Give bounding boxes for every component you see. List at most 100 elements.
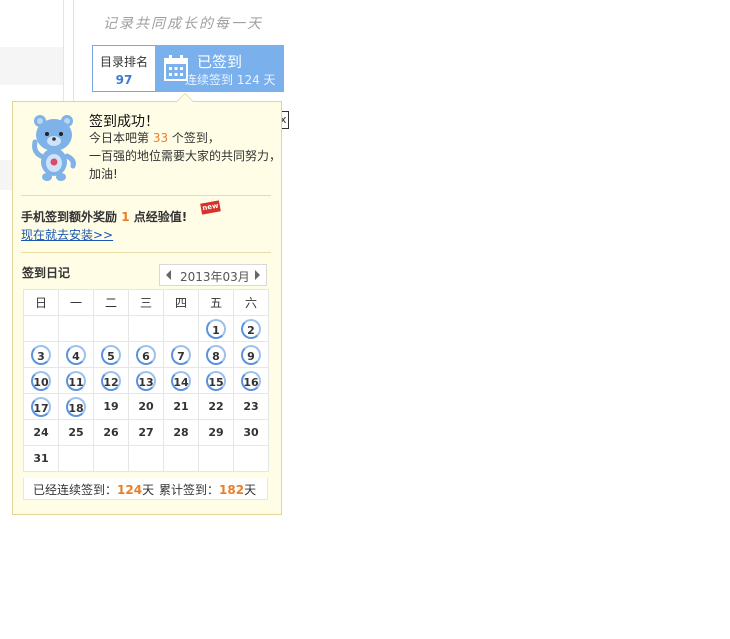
signed-day-mark: 18 — [66, 396, 86, 417]
day-number: 31 — [33, 452, 49, 465]
success-encourage-line: 一百强的地位需要大家的共同努力， — [89, 149, 282, 163]
signed-day-mark: 16 — [241, 370, 261, 391]
new-badge: new — [200, 200, 221, 215]
calendar-day-cell: 9 — [233, 341, 269, 368]
weekday-fri: 五 — [198, 289, 234, 316]
daily-sign-rank: 33 — [152, 131, 169, 145]
day-number: 25 — [68, 426, 84, 439]
consecutive-label: 已经连续签到： — [33, 483, 118, 497]
signed-button[interactable]: 已签到 连续签到 124 天 — [155, 45, 284, 92]
weekday-sat: 六 — [233, 289, 269, 316]
calendar-day-cell: 5 — [93, 341, 129, 368]
signed-title: 已签到 — [197, 53, 243, 71]
month-switcher: 2013年03月 — [159, 264, 267, 286]
calendar-day-cell: 19 — [93, 393, 129, 420]
mobile-reward-text: 手机签到额外奖励 1 点经验值! — [21, 208, 187, 225]
success-title: 签到成功！ — [89, 114, 159, 130]
day-number: 30 — [243, 426, 259, 439]
calendar-week-row: 31 — [23, 445, 269, 472]
calendar-empty-cell — [233, 445, 269, 472]
signed-day-mark: 11 — [66, 370, 86, 391]
weekday-header-row: 日 一 二 三 四 五 六 — [23, 289, 269, 316]
signed-day-mark: 12 — [101, 370, 121, 391]
calendar-day-cell: 30 — [233, 419, 269, 446]
weekday-tue: 二 — [93, 289, 129, 316]
calendar-empty-cell — [93, 315, 129, 342]
calendar-day-cell: 15 — [198, 367, 234, 394]
signed-day-mark: 2 — [241, 318, 261, 339]
day-number: 29 — [208, 426, 224, 439]
rank-label: 目录排名 — [99, 55, 148, 69]
triangle-right-icon[interactable] — [251, 269, 263, 281]
calendar-day-cell: 1 — [198, 315, 234, 342]
weekday-wed: 三 — [128, 289, 164, 316]
calendar-empty-cell — [163, 315, 199, 342]
day-number: 24 — [33, 426, 49, 439]
signed-day-mark: 7 — [171, 344, 191, 365]
calendar-empty-cell — [128, 315, 164, 342]
calendar-day-cell: 14 — [163, 367, 199, 394]
sign-success-popup: 签到成功！ 今日本吧第 33 个签到， 一百强的地位需要大家的共同努力， 加油!… — [12, 93, 282, 515]
calendar-day-cell: 12 — [93, 367, 129, 394]
signed-day-mark: 1 — [206, 318, 226, 339]
calendar-day-cell: 29 — [198, 419, 234, 446]
calendar-empty-cell — [163, 445, 199, 472]
weekday-sun: 日 — [23, 289, 59, 316]
calendar-day-cell: 28 — [163, 419, 199, 446]
calendar-week-row: 10 11 12 13 14 15 16 — [23, 367, 269, 394]
calendar-week-row: 24 25 26 27 28 29 30 — [23, 419, 269, 446]
signed-day-mark: 10 — [31, 370, 51, 391]
calendar-day-cell: 3 — [23, 341, 59, 368]
success-cheer-line: 加油! — [89, 167, 118, 181]
calendar-week-row: 12 — [23, 315, 269, 342]
calendar-empty-cell — [93, 445, 129, 472]
calendar-day-cell: 23 — [233, 393, 269, 420]
signed-day-mark: 5 — [101, 344, 121, 365]
calendar-day-cell: 2 — [233, 315, 269, 342]
consecutive-unit: 天 — [142, 483, 155, 497]
reward-points: 1 — [121, 210, 130, 224]
signed-day-mark: 8 — [206, 344, 226, 365]
calendar-day-cell: 24 — [23, 419, 59, 446]
install-now-link[interactable]: 现在就去安装>> — [21, 226, 113, 243]
day-number: 28 — [173, 426, 189, 439]
rank-suffix: 个签到， — [168, 131, 220, 145]
calendar-body: 1 2 3 4 5 6 7 8 9 10 11 12 13 14 15 16 17 18 19 20 21 22 23 24 2… — [23, 315, 269, 472]
day-number: 22 — [208, 400, 224, 413]
day-number: 21 — [173, 400, 189, 413]
rank-box[interactable]: 目录排名 97 — [92, 45, 156, 92]
triangle-left-icon[interactable] — [163, 269, 175, 281]
consecutive-stat: 已经连续签到：124天 — [33, 481, 154, 498]
sign-calendar: 日 一 二 三 四 五 六 1 2 3 4 5 6 7 8 9 10 11 12 13 14 15 16 17 1… — [23, 289, 269, 472]
signed-day-mark: 9 — [241, 344, 261, 365]
weekday-mon: 一 — [58, 289, 94, 316]
signed-streak-text: 连续签到 124 天 — [185, 73, 276, 87]
signed-day-mark: 17 — [31, 396, 51, 417]
total-unit: 天 — [244, 483, 257, 497]
total-stat: 累计签到：182天 — [159, 481, 256, 498]
signed-day-mark: 13 — [136, 370, 156, 391]
calendar-day-cell: 18 — [58, 393, 94, 420]
reward-prefix: 手机签到额外奖励 — [21, 210, 122, 224]
calendar-day-cell: 6 — [128, 341, 164, 368]
calendar-week-row: 3456789 — [23, 341, 269, 368]
calendar-day-cell: 8 — [198, 341, 234, 368]
popup-arrow-fill — [177, 94, 193, 102]
reward-suffix: 点经验值! — [129, 210, 188, 224]
calendar-empty-cell — [58, 445, 94, 472]
calendar-week-row: 17 18 19 20 21 22 23 — [23, 393, 269, 420]
calendar-day-cell: 16 — [233, 367, 269, 394]
rank-value: 97 — [115, 73, 133, 87]
calendar-day-cell: 27 — [128, 419, 164, 446]
signed-day-mark: 15 — [206, 370, 226, 391]
calendar-day-cell: 7 — [163, 341, 199, 368]
signed-day-mark: 3 — [31, 344, 51, 365]
signed-day-mark: 14 — [171, 370, 191, 391]
signed-day-mark: 4 — [66, 344, 86, 365]
success-rank-line: 今日本吧第 33 个签到， — [89, 129, 220, 146]
calendar-empty-cell — [58, 315, 94, 342]
day-number: 27 — [138, 426, 154, 439]
day-number: 26 — [103, 426, 119, 439]
weekday-thu: 四 — [163, 289, 199, 316]
calendar-day-cell: 4 — [58, 341, 94, 368]
